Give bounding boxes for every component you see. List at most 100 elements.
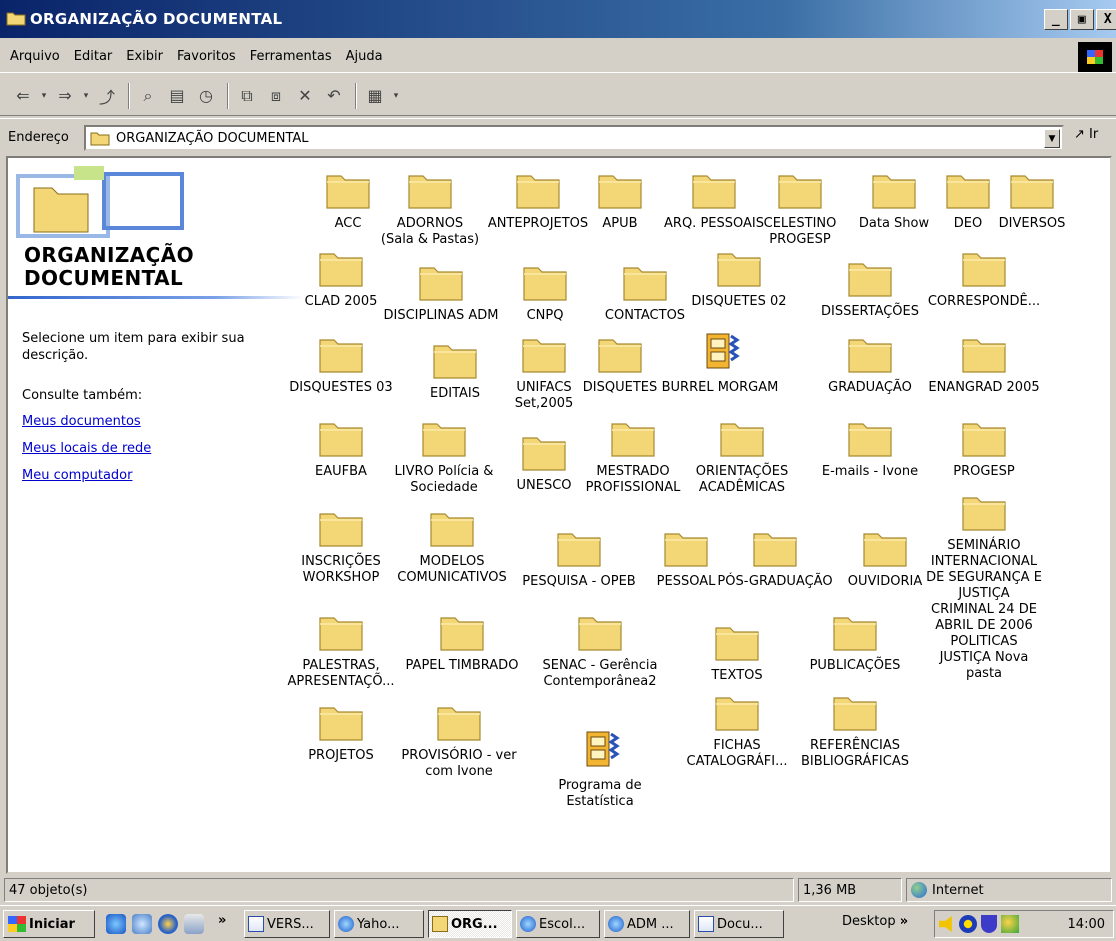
folder-icon: [833, 697, 877, 731]
folder-item[interactable]: GRADUAÇÃO: [805, 330, 935, 396]
start-label: Iniciar: [29, 916, 75, 932]
folder-item[interactable]: REFERÊNCIAS BIBLIOGRÁFICAS: [790, 688, 920, 770]
delete-icon[interactable]: ✕: [292, 83, 318, 109]
menu-arquivo[interactable]: Arquivo: [10, 49, 60, 64]
internet-explorer-icon[interactable]: [106, 914, 126, 934]
item-label: MODELOS COMUNICATIVOS: [397, 554, 507, 585]
messenger-icon[interactable]: [1001, 915, 1019, 933]
menu-favoritos[interactable]: Favoritos: [177, 49, 236, 64]
copy-to-icon[interactable]: ⧈: [263, 83, 289, 109]
quicklaunch-chevron[interactable]: »: [218, 913, 226, 928]
taskbar-task[interactable]: Yaho...: [334, 910, 424, 938]
task-label: Docu...: [717, 916, 763, 932]
item-label: PROGESP: [953, 464, 1015, 479]
folder-item[interactable]: DISSERTAÇÕES: [805, 254, 935, 320]
antivirus-icon[interactable]: [981, 915, 997, 933]
internet-explorer-icon: [520, 916, 536, 932]
go-button[interactable]: ↗ Ir: [1074, 127, 1098, 142]
maximize-button[interactable]: ▣: [1070, 9, 1094, 30]
volume-icon[interactable]: [939, 916, 952, 932]
media-player-icon[interactable]: [158, 914, 178, 934]
taskbar-task[interactable]: VERS...: [244, 910, 330, 938]
menu-bar: Arquivo Editar Exibir Favoritos Ferramen…: [0, 41, 1116, 73]
item-label: PAPEL TIMBRADO: [405, 658, 519, 673]
chevron-down-icon[interactable]: ▾: [39, 83, 49, 109]
archive-item[interactable]: BURREL MORGAM: [655, 330, 785, 396]
folder-icon: [319, 513, 363, 547]
taskbar: Iniciar » VERS... Yaho... ORG... Escol... AD…: [0, 905, 1116, 941]
folder-item[interactable]: DISQUETES 02: [674, 244, 804, 310]
task-label: Escol...: [539, 916, 586, 932]
folder-item[interactable]: SEMINÁRIO INTERNACIONAL DE SEGURANÇA E J…: [919, 488, 1049, 682]
folder-item[interactable]: ENANGRAD 2005: [919, 330, 1049, 396]
window-title: ORGANIZAÇÃO DOCUMENTAL: [30, 10, 283, 28]
folder-item[interactable]: SENAC - Gerência Contemporânea2: [535, 608, 665, 690]
folder-item[interactable]: PUBLICAÇÕES: [790, 608, 920, 674]
folder-icon: [720, 423, 764, 457]
menu-editar[interactable]: Editar: [74, 49, 113, 64]
item-label: DIVERSOS: [998, 216, 1066, 231]
search-icon[interactable]: ⌕: [135, 83, 161, 109]
outlook-express-icon[interactable]: [132, 914, 152, 934]
taskbar-task[interactable]: ADM ...: [604, 910, 690, 938]
folder-item[interactable]: PROJETOS: [276, 698, 406, 764]
folder-item[interactable]: CORRESPONDÊ...: [919, 244, 1049, 310]
folder-item[interactable]: ORIENTAÇÕES ACADÊMICAS: [677, 414, 807, 496]
folder-icon: [598, 339, 642, 373]
taskbar-task[interactable]: ORG...: [428, 910, 512, 938]
network-icon[interactable]: [959, 915, 977, 933]
desktop-toolbar[interactable]: Desktop »: [842, 914, 908, 929]
history-icon[interactable]: ◷: [193, 83, 219, 109]
folder-item[interactable]: PROVISÓRIO - ver com Ivone: [394, 698, 524, 780]
close-button[interactable]: X: [1096, 9, 1116, 30]
address-bar: Endereço ORGANIZAÇÃO DOCUMENTAL ▼ ↗ Ir: [0, 118, 1116, 156]
undo-icon[interactable]: ↶: [321, 83, 347, 109]
folder-item[interactable]: PAPEL TIMBRADO: [397, 608, 527, 674]
folder-icon: [319, 617, 363, 651]
desktop-chevron: »: [899, 914, 909, 929]
folder-item[interactable]: FICHAS CATALOGRÁFI...: [672, 688, 802, 770]
taskbar-task[interactable]: Escol...: [516, 910, 600, 938]
folders-icon[interactable]: ▤: [164, 83, 190, 109]
folder-item[interactable]: DISQUESTES 03: [276, 330, 406, 396]
menu-exibir[interactable]: Exibir: [126, 49, 163, 64]
minimize-button[interactable]: _: [1044, 9, 1068, 30]
folder-item[interactable]: PROGESP: [919, 414, 1049, 480]
status-size: 1,36 MB: [798, 878, 902, 902]
chevron-down-icon[interactable]: ▾: [81, 83, 91, 109]
folder-icon: [962, 423, 1006, 457]
address-dropdown-button[interactable]: ▼: [1044, 129, 1060, 148]
folder-icon: [6, 12, 26, 26]
folder-icon: [692, 175, 736, 209]
clock: 14:00: [1067, 917, 1105, 932]
views-icon[interactable]: ▦: [362, 83, 388, 109]
menu-ajuda[interactable]: Ajuda: [346, 49, 383, 64]
up-folder-icon[interactable]: ⤴: [94, 83, 120, 109]
title-bar[interactable]: ORGANIZAÇÃO DOCUMENTAL _ ▣ X: [0, 0, 1116, 38]
folder-item[interactable]: PALESTRAS, APRESENTAÇÕ...: [276, 608, 406, 690]
folder-item[interactable]: MODELOS COMUNICATIVOS: [387, 504, 517, 586]
move-to-icon[interactable]: ⧉: [234, 83, 260, 109]
back-icon[interactable]: ⇐: [10, 83, 36, 109]
toolbar-separator: [227, 82, 229, 109]
taskbar-task[interactable]: Docu...: [694, 910, 784, 938]
folder-item[interactable]: DIVERSOS: [967, 166, 1097, 232]
menu-ferramentas[interactable]: Ferramentas: [250, 49, 332, 64]
chevron-down-icon[interactable]: ▾: [391, 83, 401, 109]
folder-item[interactable]: E-mails - Ivone: [805, 414, 935, 480]
item-label: ORIENTAÇÕES ACADÊMICAS: [695, 464, 789, 495]
folder-icon: [848, 339, 892, 373]
folder-item[interactable]: TEXTOS: [672, 618, 802, 684]
archive-item[interactable]: Programa de Estatística: [535, 728, 665, 810]
task-label: Yaho...: [357, 916, 400, 932]
folder-icon: [962, 497, 1006, 531]
forward-icon[interactable]: ⇒: [52, 83, 78, 109]
show-desktop-icon[interactable]: [184, 914, 204, 934]
start-button[interactable]: Iniciar: [3, 910, 95, 938]
desktop-label: Desktop: [842, 914, 896, 929]
folder-icon: [408, 175, 452, 209]
item-label: SEMINÁRIO INTERNACIONAL DE SEGURANÇA E J…: [926, 538, 1042, 681]
folder-icon: [848, 263, 892, 297]
folder-icon: [319, 339, 363, 373]
address-input[interactable]: ORGANIZAÇÃO DOCUMENTAL ▼: [84, 125, 1064, 151]
